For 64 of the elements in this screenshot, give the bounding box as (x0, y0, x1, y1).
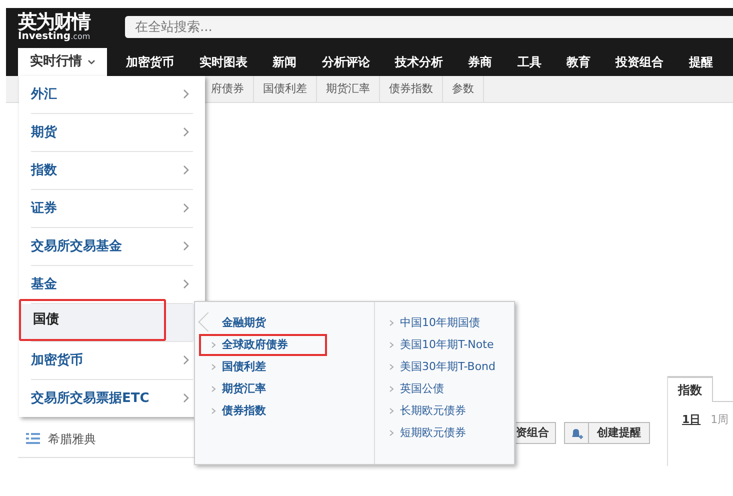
submenu-link[interactable]: 中国10年期国债 (400, 314, 480, 332)
menu-item[interactable]: 指数 (31, 160, 57, 180)
submenu-link[interactable]: 债券指数 (207, 402, 325, 420)
chevron-right-icon (183, 241, 189, 251)
list-item-label[interactable]: 希腊雅典 (48, 430, 96, 448)
menu-item[interactable]: 交易所交易票据ETC (31, 388, 150, 408)
nav-tab[interactable]: 技术分析 (388, 48, 449, 76)
bullet-icon (211, 364, 216, 370)
indices-tab[interactable]: 指数 (668, 376, 713, 402)
nav-tab[interactable]: 券商 (462, 48, 498, 76)
menu-item[interactable]: 期货 (31, 122, 57, 142)
subnav-link[interactable]: 国债利差 (254, 76, 317, 102)
chevron-right-icon (183, 203, 189, 213)
period-tab[interactable]: 1日 (682, 412, 701, 428)
submenu-link[interactable]: 英国公债 (400, 380, 444, 398)
submenu-link[interactable]: 期货汇率 (207, 380, 325, 398)
nav-tab[interactable]: 分析评论 (316, 48, 376, 76)
nav-tab[interactable]: 实时行情 (18, 48, 107, 76)
action-button[interactable]: 创建提醒 (564, 422, 650, 444)
logo[interactable]: 英为财情 Investing.com (18, 12, 118, 42)
menu-item[interactable]: 加密货币 (31, 350, 83, 370)
chevron-right-icon (183, 393, 189, 403)
bell-plus-icon (570, 426, 583, 440)
submenu-link[interactable]: 美国10年期T-Note (400, 336, 494, 354)
nav-tab[interactable]: 工具 (511, 48, 548, 76)
bullet-icon (389, 364, 394, 370)
chevron-right-icon (183, 89, 189, 99)
bullet-icon (389, 430, 394, 436)
nav-tab[interactable]: 加密货币 (120, 48, 180, 76)
bullet-icon (389, 320, 394, 326)
logo-subtitle: Investing.com (18, 32, 90, 42)
subnav-link[interactable]: 参数 (443, 76, 484, 102)
bullet-icon (211, 342, 216, 348)
bullet-icon (389, 342, 394, 348)
menu-item[interactable]: 证券 (31, 198, 57, 218)
menu-item[interactable]: 外汇 (31, 84, 57, 104)
nav-tab[interactable]: 实时图表 (193, 48, 254, 76)
action-button[interactable]: 资组合 (516, 422, 556, 444)
nav-tab[interactable]: 新闻 (266, 48, 303, 76)
nav-tab[interactable]: 教育 (560, 48, 596, 76)
bullet-icon (211, 386, 216, 392)
chevron-right-icon (183, 165, 189, 175)
bullet-icon (389, 408, 394, 414)
list-icon (26, 433, 40, 444)
nav-tab[interactable]: 投资组合 (610, 48, 670, 76)
submenu-link[interactable]: 长期欧元债券 (400, 402, 466, 420)
chevron-right-icon (183, 127, 189, 137)
menu-item[interactable]: 交易所交易基金 (31, 236, 122, 256)
bullet-icon (389, 386, 394, 392)
submenu-link[interactable]: 全球政府债券 (201, 336, 325, 354)
menu-item[interactable]: 国债 (21, 310, 59, 330)
menu-item[interactable]: 基金 (31, 274, 57, 294)
submenu-link[interactable]: 国债利差 (207, 358, 325, 376)
subnav-link[interactable]: 债券指数 (380, 76, 443, 102)
submenu-link[interactable]: 美国30年期T-Bond (400, 358, 496, 376)
nav-tab[interactable]: 提醒 (682, 48, 719, 76)
submenu-link[interactable]: 金融期货 (207, 314, 325, 332)
subnav-link[interactable]: 期货汇率 (317, 76, 380, 102)
chevron-right-icon (183, 355, 189, 365)
logo-title: 英为财情 (18, 12, 92, 32)
search-field[interactable]: 在全站搜索... (125, 16, 733, 38)
submenu-link[interactable]: 短期欧元债券 (400, 424, 466, 442)
bullet-icon (211, 408, 216, 414)
chevron-right-icon (183, 279, 189, 289)
